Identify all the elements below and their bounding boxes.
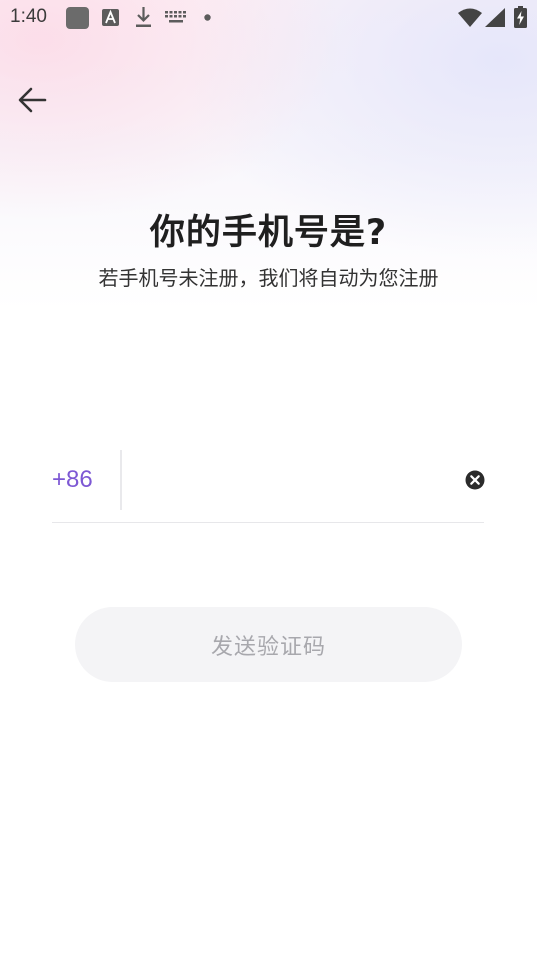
back-button[interactable] [12, 80, 52, 120]
input-divider [120, 450, 122, 510]
page-subtitle: 若手机号未注册，我们将自动为您注册 [98, 266, 439, 290]
status-time: 1:40 [10, 6, 47, 27]
clear-circle-icon[interactable] [465, 470, 485, 490]
phone-input-row: +86 [52, 450, 485, 523]
translate-a-icon [102, 9, 119, 26]
battery-charging-icon [514, 6, 527, 28]
dot-icon [204, 14, 211, 21]
app-square-icon [66, 7, 89, 29]
country-code[interactable]: +86 [52, 466, 93, 494]
page-title: 你的手机号是? [149, 213, 388, 253]
wifi-icon [458, 8, 482, 27]
send-code-button[interactable]: 发送验证码 [75, 607, 462, 682]
download-icon [136, 7, 151, 27]
phone-number-input[interactable] [134, 458, 458, 504]
signal-icon [485, 8, 505, 27]
arrow-left-icon [18, 87, 47, 113]
keyboard-icon [165, 11, 186, 23]
status-bar: 1:40 [0, 0, 537, 36]
